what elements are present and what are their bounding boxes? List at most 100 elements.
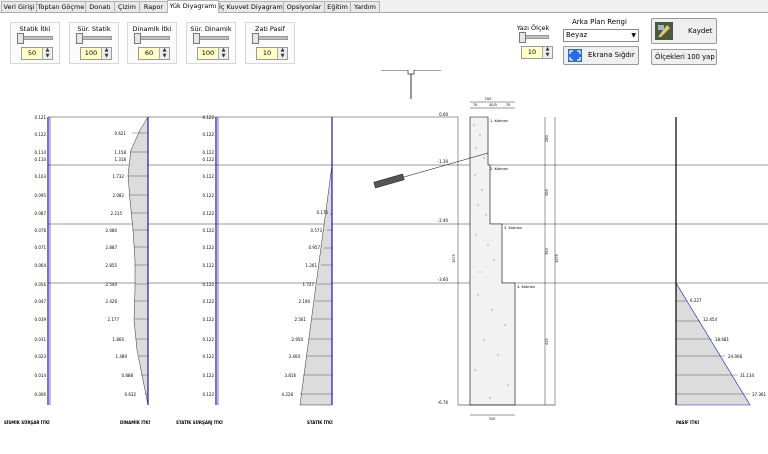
statik-sur-value: 0.122 <box>203 115 215 120</box>
statik-sur-value: 0.122 <box>203 211 215 216</box>
ekrana-sigdir-button[interactable]: Ekrana Sığdır <box>563 46 639 65</box>
slider-thumb[interactable] <box>76 33 83 44</box>
elevation-label: -1.30 <box>438 159 449 164</box>
spin-arrows-icon[interactable]: ▲ ▼ <box>101 47 111 59</box>
statik-sur-value: 0.122 <box>203 392 215 397</box>
layer-label: 2. Katman <box>490 167 508 171</box>
statik-value: 2.190 <box>299 299 311 304</box>
statik-itki-group: Statik İtki 50 ▲ ▼ <box>10 22 60 64</box>
dim-top: 200 <box>485 97 492 101</box>
statik-sur-value: 0.122 <box>203 317 215 322</box>
dinamik-itki-value[interactable]: 60 <box>139 48 159 59</box>
save-icon <box>655 22 673 40</box>
spin-arrows-icon[interactable]: ▲ ▼ <box>218 47 228 59</box>
yazi-olcek-slider[interactable] <box>519 32 549 43</box>
sur-statik-slider[interactable] <box>76 33 112 44</box>
fit-screen-icon <box>568 49 582 62</box>
tab-ic-kuvvet[interactable]: İç Kuvvet Diyagramı <box>218 1 284 12</box>
statik-sur-value: 0.122 <box>203 337 215 342</box>
dinamik-value: 0.632 <box>125 392 137 397</box>
yazi-olcek-value[interactable]: 10 <box>522 47 542 58</box>
dinamik-value: 2.480 <box>106 228 118 233</box>
olcekleri-label: Ölçekleri 100 yap <box>655 53 715 61</box>
tab-opsiyonlar[interactable]: Opsiyonlar <box>283 1 325 12</box>
statik-value: 0.573 <box>311 228 323 233</box>
dim-side-right: 1075 <box>555 254 559 263</box>
dinamik-itki-group: Dinamik İtki 60 ▲ ▼ <box>127 22 177 64</box>
statik-value: 3.404 <box>289 354 301 359</box>
dinamik-value: 2.540 <box>106 282 118 287</box>
left-value: 0.114 <box>35 150 47 155</box>
olcekleri-button[interactable]: Ölçekleri 100 yap <box>651 49 717 65</box>
pasif-value: 24.908 <box>728 354 742 359</box>
load-diagram-canvas: 0.121 0.122 0.114 0.110 0.103 0.095 0.08… <box>4 70 768 425</box>
statik-sur-value: 0.122 <box>203 282 215 287</box>
slider-thumb[interactable] <box>17 33 24 44</box>
sur-dinamik-label: Sür. Dinamik <box>190 25 232 33</box>
sur-dinamik-spinner[interactable]: 100 ▲ ▼ <box>197 47 229 60</box>
tab-yardim[interactable]: Yardım <box>350 1 380 12</box>
tab-donati[interactable]: Donatı <box>85 1 115 12</box>
statik-itki-value[interactable]: 50 <box>22 48 42 59</box>
left-value: 0.103 <box>35 174 47 179</box>
statik-sur-value: 0.122 <box>203 263 215 268</box>
dinamik-value: 0.621 <box>115 131 127 136</box>
spin-arrows-icon[interactable]: ▲ ▼ <box>42 47 52 59</box>
statik-itki-spinner[interactable]: 50 ▲ ▼ <box>21 47 53 60</box>
chevron-down-icon[interactable]: ▼ <box>631 30 636 41</box>
slider-thumb[interactable] <box>193 33 200 44</box>
left-value: 0.110 <box>35 157 47 162</box>
dinamik-itki-spinner[interactable]: 60 ▲ ▼ <box>138 47 170 60</box>
spin-arrows-icon[interactable]: ▲ ▼ <box>277 47 287 59</box>
tab-cizim[interactable]: Çizim <box>114 1 140 12</box>
tab-toptan-gocme[interactable]: Toptan Göçme <box>36 1 86 12</box>
left-value: 0.056 <box>35 282 47 287</box>
yazi-olcek-group: Yazı Ölçek 10 ▲ ▼ <box>513 22 553 62</box>
spin-arrows-icon[interactable]: ▲ ▼ <box>159 47 169 59</box>
zati-pasif-value[interactable]: 10 <box>257 48 277 59</box>
sur-dinamik-value[interactable]: 100 <box>198 48 218 59</box>
statik-sur-value: 0.122 <box>203 193 215 198</box>
dinamik-value: 2.887 <box>106 245 118 250</box>
statik-sur-value: 0.122 <box>203 245 215 250</box>
arka-plan-select[interactable]: Beyaz ▼ <box>563 29 639 42</box>
tab-yuk-diyagrami[interactable]: Yük Diyagramı <box>167 0 219 13</box>
dinamik-itki-label: Dinamik İtki <box>132 25 172 33</box>
sur-statik-value[interactable]: 100 <box>81 48 101 59</box>
tab-veri-girisi[interactable]: Veri Girişi <box>1 1 37 12</box>
statik-sur-value: 0.122 <box>203 174 215 179</box>
layer-label: 4. Katman <box>517 285 535 289</box>
pasif-value: 37.361 <box>752 392 766 397</box>
spin-arrows-icon[interactable]: ▲ ▼ <box>542 46 552 58</box>
left-value: 0.064 <box>35 263 47 268</box>
slider-thumb[interactable] <box>252 33 259 44</box>
caption-sismik: SİSMİK SÜRŞAR İTKİ <box>4 420 50 425</box>
sur-statik-spinner[interactable]: 100 ▲ ▼ <box>80 47 112 60</box>
caption-dinamik: DİNAMİK İTKİ <box>120 420 151 425</box>
tab-rapor[interactable]: Rapor <box>139 1 168 12</box>
zati-pasif-spinner[interactable]: 10 ▲ ▼ <box>256 47 288 60</box>
zati-pasif-group: Zati Pasif 10 ▲ ▼ <box>245 22 295 64</box>
dinamik-value: 1.318 <box>115 157 127 162</box>
zati-pasif-slider[interactable] <box>252 33 288 44</box>
tab-egitim[interactable]: Eğitim <box>324 1 351 12</box>
dinamik-value: 1.732 <box>113 174 125 179</box>
dim-segment: 350 <box>545 248 549 255</box>
dinamik-itki-slider[interactable] <box>134 33 170 44</box>
statik-value: 1.727 <box>303 282 315 287</box>
statik-value: 4.228 <box>282 392 294 397</box>
left-value: 0.071 <box>35 245 47 250</box>
dinamik-value: 2.177 <box>108 317 120 322</box>
zati-pasif-label: Zati Pasif <box>255 25 285 33</box>
sur-dinamik-slider[interactable] <box>193 33 229 44</box>
yazi-olcek-spinner[interactable]: 10 ▲ ▼ <box>521 46 553 59</box>
kaydet-button[interactable]: Kaydet <box>651 18 717 44</box>
arka-plan-value: Beyaz <box>566 31 588 39</box>
dim-top-part: 70 <box>473 103 477 107</box>
statik-itki-slider[interactable] <box>17 33 53 44</box>
left-value: 0.031 <box>35 337 47 342</box>
slider-thumb[interactable] <box>519 32 526 43</box>
slider-thumb[interactable] <box>134 33 141 44</box>
elevation-label: -6.76 <box>438 400 449 405</box>
dinamik-value: 1.860 <box>113 337 125 342</box>
